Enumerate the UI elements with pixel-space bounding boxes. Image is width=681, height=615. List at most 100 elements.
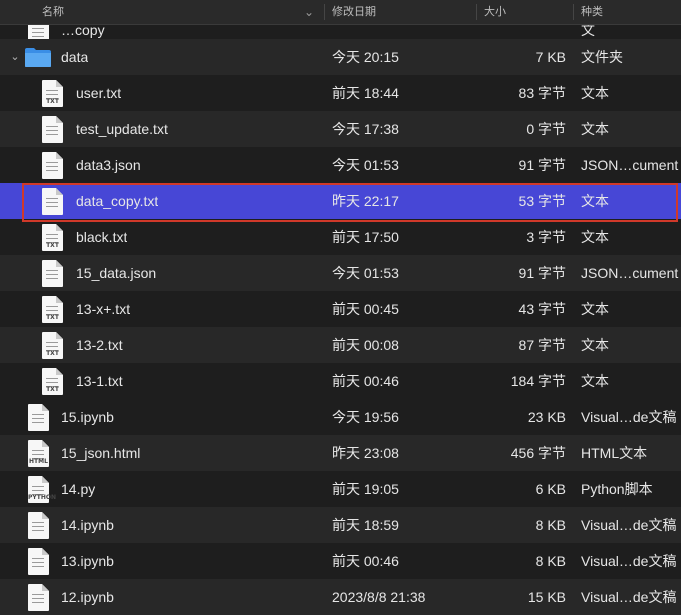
file-type-tag: TXT — [46, 350, 59, 357]
file-row[interactable]: TXT black.txt 前天 17:50 3 字节 文本 — [0, 219, 681, 255]
ipynb-file-icon — [28, 512, 49, 539]
file-list: …copy 文 ⌄ data 今天 20:15 7 KB 文件夹 TXT user… — [0, 0, 681, 615]
file-name: 13.ipynb — [61, 553, 114, 569]
chevron-down-icon[interactable]: ⌄ — [8, 39, 22, 75]
selection-highlight-box — [22, 183, 678, 222]
file-date: 今天 01:53 — [332, 157, 399, 173]
file-kind: Visual…de文稿 — [581, 517, 677, 533]
file-type-tag: TXT — [46, 386, 59, 393]
file-size: 456 字节 — [510, 445, 566, 461]
file-date: 前天 18:59 — [332, 517, 399, 533]
file-size: 43 字节 — [518, 301, 566, 317]
txt-file-icon: TXT — [42, 296, 63, 323]
file-kind: JSON…cument — [581, 265, 679, 281]
ipynb-file-icon — [28, 584, 49, 611]
file-row[interactable]: HTML 15_json.html 昨天 23:08 456 字节 HTML文本 — [0, 435, 681, 471]
column-name[interactable]: 名称 — [42, 0, 64, 24]
file-size: 23 KB — [527, 409, 566, 425]
txt-file-icon: TXT — [42, 224, 63, 251]
html-file-icon: HTML — [28, 440, 49, 467]
file-date: 今天 01:53 — [332, 265, 399, 281]
column-kind[interactable]: 种类 — [581, 0, 603, 24]
file-size: 7 KB — [535, 49, 566, 65]
file-row[interactable]: 14.ipynb 前天 18:59 8 KB Visual…de文稿 — [0, 507, 681, 543]
file-date: 今天 17:38 — [332, 121, 399, 137]
file-kind: 文本 — [581, 229, 609, 245]
file-date: 前天 00:08 — [332, 337, 399, 353]
file-row[interactable]: 15.ipynb 今天 19:56 23 KB Visual…de文稿 — [0, 399, 681, 435]
file-size: 87 字节 — [518, 337, 566, 353]
file-date: 昨天 23:08 — [332, 445, 399, 461]
python-file-icon: PYTHON — [28, 476, 56, 503]
chevron-down-icon[interactable]: ⌄ — [304, 0, 314, 24]
txt-file-icon: TXT — [42, 368, 63, 395]
file-row[interactable]: 15_data.json 今天 01:53 91 字节 JSON…cument — [0, 255, 681, 291]
folder-icon — [25, 48, 51, 67]
file-row[interactable]: TXT 13-2.txt 前天 00:08 87 字节 文本 — [0, 327, 681, 363]
file-size: 91 字节 — [518, 265, 566, 281]
column-divider[interactable] — [324, 4, 325, 20]
json-file-icon — [42, 260, 63, 287]
file-row[interactable]: TXT user.txt 前天 18:44 83 字节 文本 — [0, 75, 681, 111]
file-name: 13-2.txt — [76, 337, 123, 353]
file-date: 前天 18:44 — [332, 85, 399, 101]
file-type-tag: TXT — [46, 242, 59, 249]
file-date: 前天 00:45 — [332, 301, 399, 317]
file-date: 今天 19:56 — [332, 409, 399, 425]
folder-row-data[interactable]: ⌄ data 今天 20:15 7 KB 文件夹 — [0, 39, 681, 75]
file-type-tag: TXT — [46, 314, 59, 321]
file-date: 前天 00:46 — [332, 373, 399, 389]
file-name: 13-x+.txt — [76, 301, 131, 317]
file-row[interactable]: PYTHON 14.py 前天 19:05 6 KB Python脚本 — [0, 471, 681, 507]
file-kind: 文本 — [581, 337, 609, 353]
file-kind: 文本 — [581, 301, 609, 317]
column-date[interactable]: 修改日期 — [332, 0, 376, 24]
file-name: test_update.txt — [76, 121, 168, 137]
file-kind: Python脚本 — [581, 481, 653, 497]
ipynb-file-icon — [28, 548, 49, 575]
file-name: 14.py — [61, 481, 96, 497]
file-type-tag: TXT — [46, 98, 59, 105]
file-date: 前天 19:05 — [332, 481, 399, 497]
file-size: 91 字节 — [518, 157, 566, 173]
json-file-icon — [42, 152, 63, 179]
column-header: 名称 ⌄ 修改日期 大小 种类 — [0, 0, 681, 25]
file-row[interactable]: 12.ipynb 2023/8/8 21:38 15 KB Visual…de文稿 — [0, 579, 681, 615]
file-kind: 文本 — [581, 373, 609, 389]
file-kind: Visual…de文稿 — [581, 553, 677, 569]
file-type-tag: HTML — [29, 458, 48, 465]
file-row[interactable]: 13.ipynb 前天 00:46 8 KB Visual…de文稿 — [0, 543, 681, 579]
column-divider[interactable] — [573, 4, 574, 20]
ipynb-file-icon — [28, 404, 49, 431]
file-row[interactable]: test_update.txt 今天 17:38 0 字节 文本 — [0, 111, 681, 147]
file-size: 0 字节 — [526, 121, 566, 137]
file-name: data — [61, 49, 89, 65]
file-row[interactable]: TXT 13-1.txt 前天 00:46 184 字节 文本 — [0, 363, 681, 399]
file-size: 83 字节 — [518, 85, 566, 101]
file-name: 13-1.txt — [76, 373, 123, 389]
file-kind: HTML文本 — [581, 445, 648, 461]
file-size: 184 字节 — [510, 373, 566, 389]
column-size[interactable]: 大小 — [484, 0, 506, 24]
file-name: user.txt — [76, 85, 122, 101]
file-kind: Visual…de文稿 — [581, 589, 677, 605]
file-size: 8 KB — [535, 553, 566, 569]
file-row[interactable]: TXT 13-x+.txt 前天 00:45 43 字节 文本 — [0, 291, 681, 327]
column-divider[interactable] — [476, 4, 477, 20]
file-date: 2023/8/8 21:38 — [332, 589, 426, 605]
file-name: black.txt — [76, 229, 128, 245]
file-kind: 文件夹 — [581, 49, 623, 65]
file-row[interactable]: data3.json 今天 01:53 91 字节 JSON…cument — [0, 147, 681, 183]
file-kind: JSON…cument — [581, 157, 679, 173]
file-name: 15_json.html — [61, 445, 141, 461]
file-size: 3 字节 — [526, 229, 566, 245]
file-date: 今天 20:15 — [332, 49, 399, 65]
file-type-tag: PYTHON — [28, 494, 56, 501]
file-name: 14.ipynb — [61, 517, 114, 533]
txt-file-icon: TXT — [42, 80, 63, 107]
file-size: 15 KB — [527, 589, 566, 605]
txt-file-icon: TXT — [42, 332, 63, 359]
file-name: 15.ipynb — [61, 409, 114, 425]
file-size: 8 KB — [535, 517, 566, 533]
file-name: 12.ipynb — [61, 589, 114, 605]
